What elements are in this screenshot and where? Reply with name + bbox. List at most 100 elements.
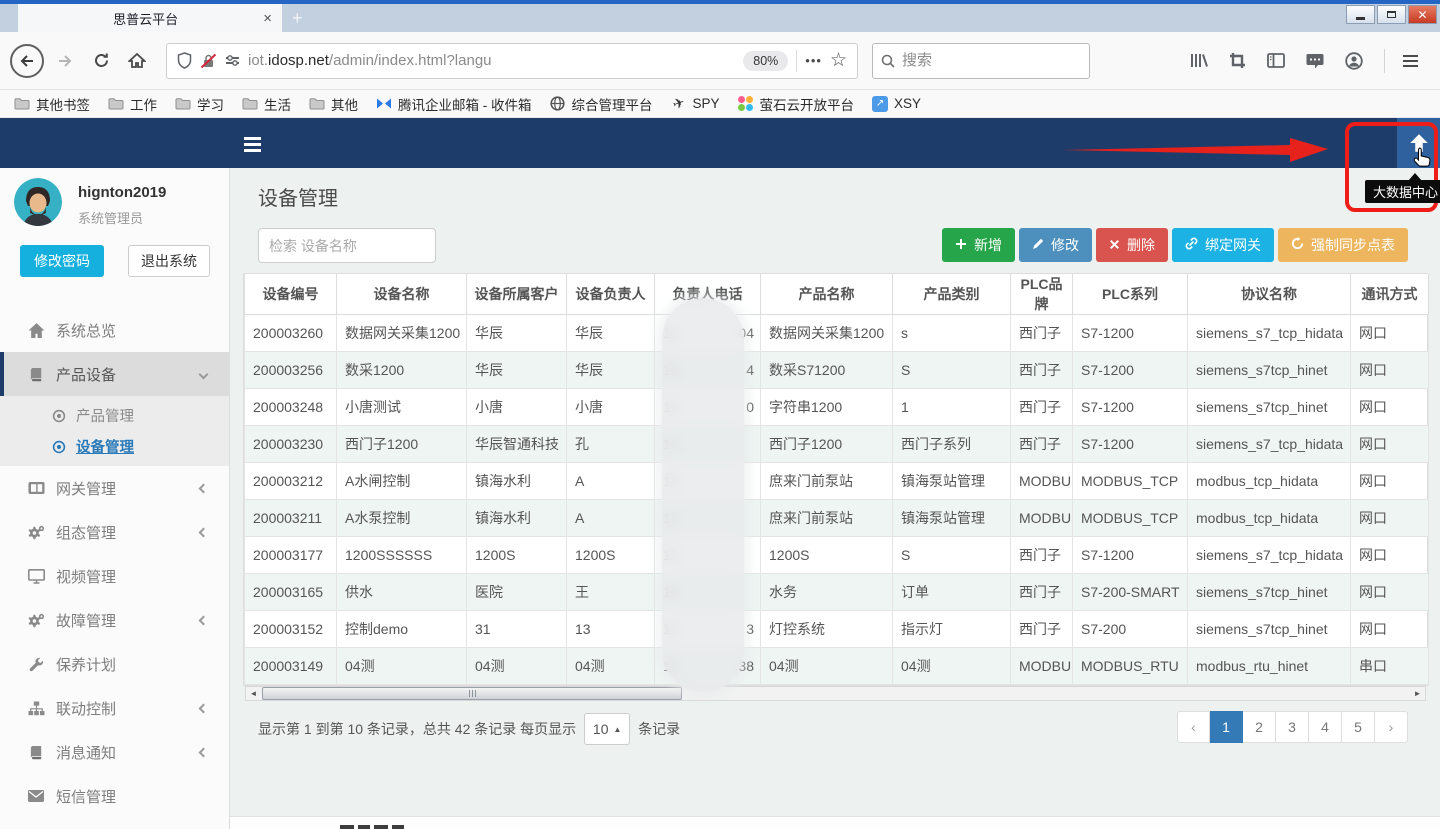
toolbar-button[interactable]: 新增 bbox=[942, 228, 1015, 262]
change-password-button[interactable]: 修改密码 bbox=[20, 245, 104, 277]
chevron-icon bbox=[199, 615, 209, 625]
page-button[interactable]: 5 bbox=[1342, 711, 1375, 743]
sidebar-item[interactable]: 故障管理 bbox=[0, 598, 229, 642]
page-actions-icon[interactable]: ••• bbox=[805, 53, 822, 68]
toolbar-button[interactable]: 绑定网关 bbox=[1172, 228, 1274, 262]
table-row[interactable]: 20000314904测04测04测153804测04测MODBUSMODBUS… bbox=[245, 648, 1429, 685]
annotation-arrow bbox=[1062, 136, 1330, 164]
browser-search-box[interactable] bbox=[872, 43, 1090, 79]
tencent-mail-icon bbox=[376, 96, 392, 112]
bookmark-item[interactable]: 其他书签 bbox=[14, 94, 90, 114]
bookmark-item[interactable]: 其他 bbox=[309, 94, 358, 114]
table-cell: 西门子1200 bbox=[337, 426, 467, 463]
window-close-button[interactable]: ✕ bbox=[1408, 5, 1437, 24]
table-cell: A bbox=[567, 463, 655, 500]
table-cell: S7-200 bbox=[1073, 611, 1188, 648]
prev-page-button[interactable]: ‹ bbox=[1177, 711, 1210, 743]
table-row[interactable]: 200003211A水泵控制镇海水利A13庶来门前泵站镇海泵站管理MODBUSM… bbox=[245, 500, 1429, 537]
toolbar-button[interactable]: 修改 bbox=[1019, 228, 1092, 262]
sidebar-collapse-icon[interactable] bbox=[244, 137, 261, 152]
window-minimize-button[interactable] bbox=[1346, 5, 1375, 24]
table-row[interactable]: 200003165供水医院王18水务订单西门子S7-200-SMARTsieme… bbox=[245, 574, 1429, 611]
sidebar-item[interactable]: 组态管理 bbox=[0, 510, 229, 554]
table-cell: 200003149 bbox=[245, 648, 337, 685]
page-size-dropdown[interactable]: 10 ▲ bbox=[584, 713, 630, 745]
table-row[interactable]: 200003212A水闸控制镇海水利A13庶来门前泵站镇海泵站管理MODBUSM… bbox=[245, 463, 1429, 500]
table-row[interactable]: 200003152控制demo3113153灯控系统指示灯西门子S7-200si… bbox=[245, 611, 1429, 648]
sidebar-subitem[interactable]: 设备管理 bbox=[0, 431, 229, 462]
bookmark-item[interactable]: ✈ SPY bbox=[671, 96, 720, 112]
bookmark-item[interactable]: 工作 bbox=[108, 94, 157, 114]
menu-icon[interactable] bbox=[1403, 55, 1418, 67]
bookmark-item[interactable]: 腾讯企业邮箱 - 收件箱 bbox=[376, 94, 532, 114]
sidebar-item[interactable]: 系统总览 bbox=[0, 308, 229, 352]
table-cell: 网口 bbox=[1351, 574, 1429, 611]
sidebar-subitem[interactable]: 产品管理 bbox=[0, 400, 229, 431]
table-row[interactable]: 200003248小唐测试小唐小唐130字符串12001西门子S7-1200si… bbox=[245, 389, 1429, 426]
account-icon[interactable] bbox=[1345, 52, 1363, 70]
nav-tooltip: 大数据中心 bbox=[1365, 180, 1440, 203]
table-row[interactable]: 200003230西门子1200华辰智通科技孔15西门子1200西门子系列西门子… bbox=[245, 426, 1429, 463]
page-button[interactable]: 2 bbox=[1243, 711, 1276, 743]
table-cell: 灯控系统 bbox=[761, 611, 893, 648]
back-button[interactable] bbox=[10, 44, 44, 78]
sidebar-item[interactable]: 视频管理 bbox=[0, 554, 229, 598]
scroll-left-icon[interactable]: ◄ bbox=[246, 687, 261, 700]
sidebar-item[interactable]: 保养计划 bbox=[0, 642, 229, 686]
sidebar-item[interactable]: 短信管理 bbox=[0, 774, 229, 818]
table-cell: 网口 bbox=[1351, 611, 1429, 648]
page-button[interactable]: 4 bbox=[1309, 711, 1342, 743]
bookmark-item[interactable]: 综合管理平台 bbox=[550, 94, 653, 114]
table-row[interactable]: 200003256数采1200华辰华辰184数采S71200S西门子S7-120… bbox=[245, 352, 1429, 389]
column-header: 设备编号 bbox=[245, 274, 337, 315]
browser-search-input[interactable] bbox=[902, 52, 1052, 69]
table-row[interactable]: 200003260数据网关采集1200华辰华辰1804数据网关采集1200s西门… bbox=[245, 315, 1429, 352]
table-row[interactable]: 2000031771200SSSSSS1200S1200S151200SS西门子… bbox=[245, 537, 1429, 574]
device-search-input[interactable] bbox=[258, 228, 436, 263]
permissions-icon[interactable] bbox=[225, 54, 240, 67]
forward-button[interactable] bbox=[50, 46, 80, 76]
messages-icon[interactable] bbox=[1306, 53, 1324, 69]
bookmark-star-icon[interactable]: ☆ bbox=[830, 49, 847, 72]
sidebar-item[interactable]: 消息通知 bbox=[0, 730, 229, 774]
scrollbar-thumb[interactable] bbox=[262, 687, 682, 700]
url-bar[interactable]: iot.idosp.net/admin/index.html?langu 80%… bbox=[166, 43, 858, 79]
page-button[interactable]: 1 bbox=[1210, 711, 1243, 743]
table-cell: MODBUS_TCP bbox=[1073, 500, 1188, 537]
library-icon[interactable] bbox=[1190, 52, 1208, 69]
toolbar-button[interactable]: 强制同步点表 bbox=[1278, 228, 1408, 262]
scroll-right-icon[interactable]: ► bbox=[1410, 687, 1425, 700]
zoom-level-badge[interactable]: 80% bbox=[743, 51, 788, 71]
browser-tab[interactable]: 思普云平台 × bbox=[18, 4, 282, 32]
reload-button[interactable] bbox=[86, 46, 116, 76]
logout-button[interactable]: 退出系统 bbox=[128, 245, 210, 277]
sidebar-toggle-icon[interactable] bbox=[1267, 53, 1285, 68]
insecure-lock-icon[interactable] bbox=[200, 53, 217, 69]
home-button[interactable] bbox=[122, 46, 152, 76]
next-page-button[interactable]: › bbox=[1375, 711, 1408, 743]
book-icon bbox=[26, 745, 46, 760]
window-maximize-button[interactable] bbox=[1377, 5, 1406, 24]
screenshot-icon[interactable] bbox=[1229, 52, 1246, 69]
chevron-icon bbox=[199, 527, 209, 537]
table-cell: 数据网关采集1200 bbox=[761, 315, 893, 352]
sidebar-item[interactable]: 联动控制 bbox=[0, 686, 229, 730]
shield-icon[interactable] bbox=[177, 52, 192, 69]
sidebar-item[interactable]: 网关管理 bbox=[0, 466, 229, 510]
bookmark-item[interactable]: 萤石云开放平台 bbox=[738, 94, 855, 114]
page-button[interactable]: 3 bbox=[1276, 711, 1309, 743]
xsy-icon: ↗ bbox=[872, 96, 888, 112]
new-tab-icon[interactable]: + bbox=[292, 8, 303, 29]
plus-icon bbox=[955, 237, 967, 253]
bookmark-item[interactable]: 学习 bbox=[175, 94, 224, 114]
table-cell: 网口 bbox=[1351, 315, 1429, 352]
sidebar-item[interactable]: 产品设备 bbox=[0, 352, 229, 396]
horizontal-scrollbar[interactable]: ◄ ► bbox=[245, 686, 1426, 701]
table-cell: 网口 bbox=[1351, 500, 1429, 537]
toolbar-button[interactable]: 删除 bbox=[1096, 228, 1168, 262]
table-cell: 华辰 bbox=[567, 315, 655, 352]
bookmark-item[interactable]: ↗ XSY bbox=[872, 96, 921, 112]
tab-close-icon[interactable]: × bbox=[263, 10, 272, 27]
table-cell: 西门子 bbox=[1011, 389, 1073, 426]
bookmark-item[interactable]: 生活 bbox=[242, 94, 291, 114]
